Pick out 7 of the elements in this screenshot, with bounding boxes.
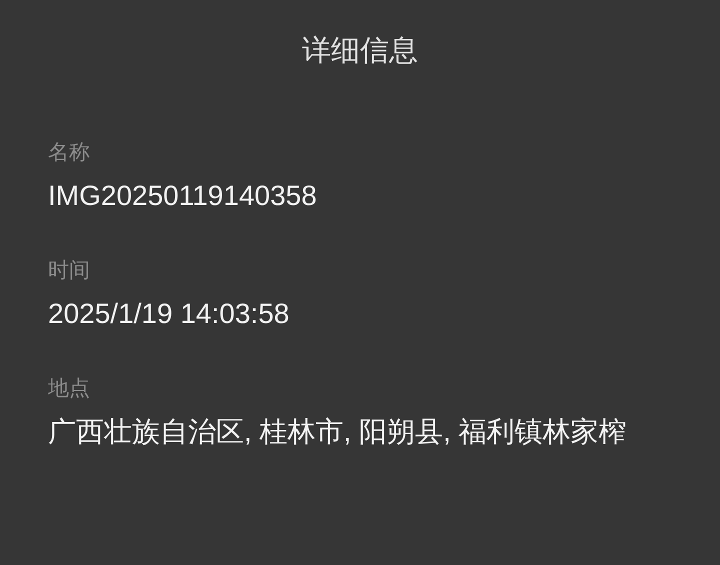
- field-label: 名称: [48, 140, 90, 166]
- field-label: 时间: [48, 258, 90, 284]
- panel-title: 详细信息: [302, 34, 418, 69]
- field-value: IMG20250119140358: [48, 179, 318, 213]
- field-value: 2025/1/19 14:03:58: [48, 297, 290, 331]
- field-value: 广西壮族自治区, 桂林市, 阳朔县, 福利镇林家榨: [48, 415, 628, 449]
- field-label: 地点: [48, 376, 90, 402]
